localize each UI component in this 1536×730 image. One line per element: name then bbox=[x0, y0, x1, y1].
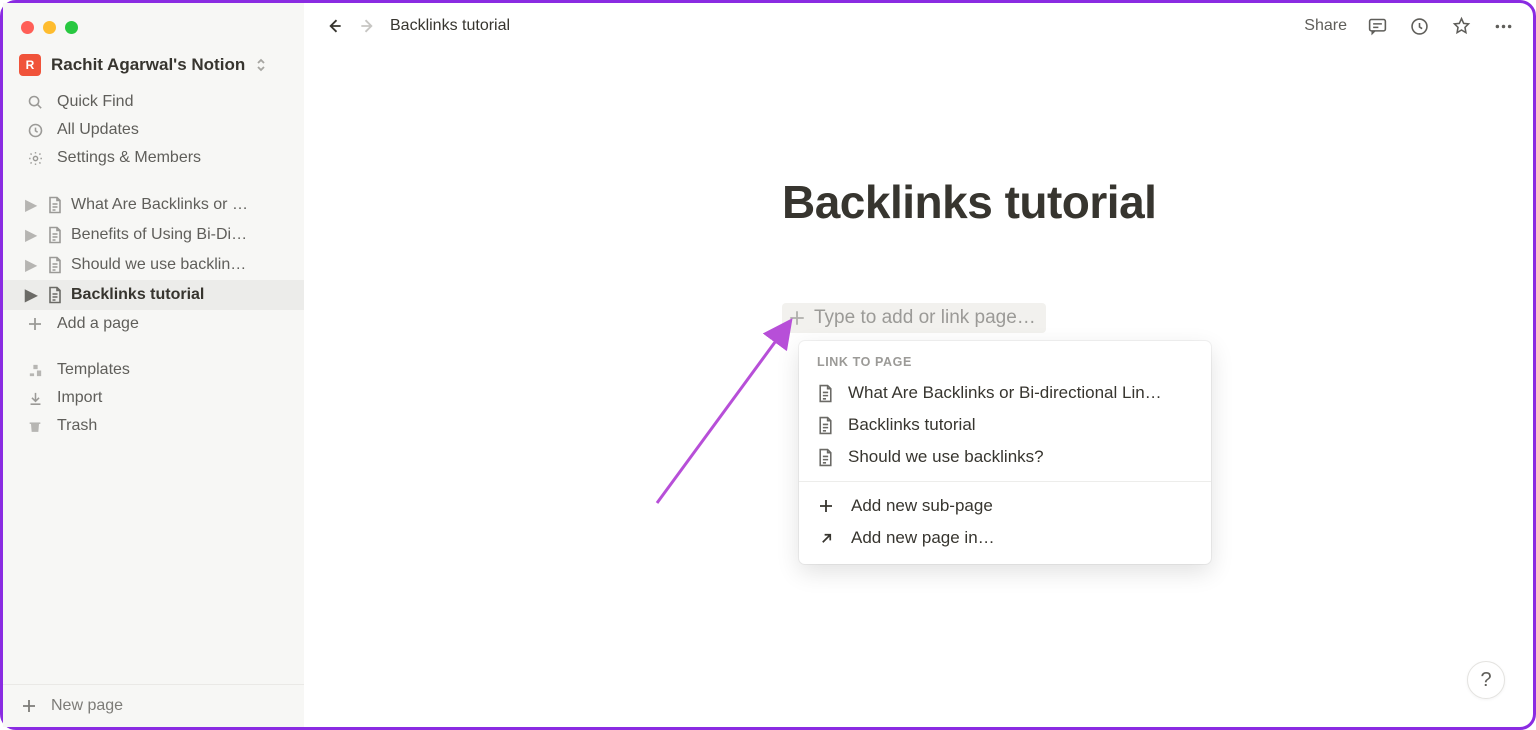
sidebar-page-item-current[interactable]: ▶ Backlinks tutorial bbox=[3, 280, 304, 310]
caret-right-icon[interactable]: ▶ bbox=[25, 285, 39, 305]
plus-icon bbox=[21, 698, 37, 714]
templates[interactable]: Templates bbox=[3, 356, 304, 384]
main-content: Backlinks tutorial Share Backlinks tutor… bbox=[304, 3, 1533, 727]
chevron-updown-icon bbox=[255, 58, 267, 72]
link-page-option[interactable]: What Are Backlinks or Bi-directional Lin… bbox=[799, 377, 1211, 409]
plus-icon bbox=[817, 498, 835, 514]
back-button[interactable] bbox=[322, 14, 346, 38]
page-icon bbox=[45, 196, 65, 214]
settings-members[interactable]: Settings & Members bbox=[3, 144, 304, 172]
caret-right-icon[interactable]: ▶ bbox=[25, 225, 39, 245]
trash-label: Trash bbox=[57, 417, 97, 435]
comments-icon[interactable] bbox=[1365, 14, 1389, 38]
workspace-avatar: R bbox=[19, 54, 41, 76]
page-icon bbox=[45, 256, 65, 274]
more-icon[interactable] bbox=[1491, 14, 1515, 38]
all-updates-label: All Updates bbox=[57, 121, 139, 139]
add-new-page-in[interactable]: Add new page in… bbox=[799, 522, 1211, 554]
import-label: Import bbox=[57, 389, 102, 407]
trash-icon bbox=[25, 418, 45, 435]
annotation-arrow bbox=[649, 308, 809, 508]
import[interactable]: Import bbox=[3, 384, 304, 412]
page-label: Should we use backlin… bbox=[71, 256, 246, 274]
topbar: Backlinks tutorial Share bbox=[304, 3, 1533, 49]
page-label: Benefits of Using Bi-Di… bbox=[71, 226, 247, 244]
option-label: Backlinks tutorial bbox=[848, 415, 976, 435]
window-controls bbox=[3, 13, 304, 48]
trash[interactable]: Trash bbox=[3, 412, 304, 440]
add-page[interactable]: Add a page bbox=[3, 310, 304, 338]
sidebar: R Rachit Agarwal's Notion Quick Find All… bbox=[3, 3, 304, 727]
updates-icon[interactable] bbox=[1407, 14, 1431, 38]
gear-icon bbox=[25, 150, 45, 167]
page-label: What Are Backlinks or … bbox=[71, 196, 248, 214]
maximize-window[interactable] bbox=[65, 21, 78, 34]
option-label: What Are Backlinks or Bi-directional Lin… bbox=[848, 383, 1162, 403]
add-block-prompt[interactable]: Type to add or link page… bbox=[782, 303, 1046, 333]
all-updates[interactable]: All Updates bbox=[3, 116, 304, 144]
templates-icon bbox=[25, 362, 45, 379]
page-icon bbox=[817, 384, 834, 403]
sidebar-page-item[interactable]: ▶ Should we use backlin… bbox=[3, 250, 304, 280]
new-page-label: New page bbox=[51, 697, 123, 715]
link-page-option[interactable]: Backlinks tutorial bbox=[799, 409, 1211, 441]
link-page-option[interactable]: Should we use backlinks? bbox=[799, 441, 1211, 473]
page-title[interactable]: Backlinks tutorial bbox=[304, 175, 1533, 229]
help-button[interactable]: ? bbox=[1467, 661, 1505, 699]
share-button[interactable]: Share bbox=[1304, 17, 1347, 35]
page-icon bbox=[45, 286, 65, 304]
sidebar-page-item[interactable]: ▶ What Are Backlinks or … bbox=[3, 190, 304, 220]
page-icon bbox=[817, 448, 834, 467]
dropdown-header: LINK TO PAGE bbox=[799, 341, 1211, 377]
close-window[interactable] bbox=[21, 21, 34, 34]
workspace-switcher[interactable]: R Rachit Agarwal's Notion bbox=[3, 48, 304, 86]
page-icon bbox=[817, 416, 834, 435]
new-page[interactable]: New page bbox=[3, 684, 304, 727]
minimize-window[interactable] bbox=[43, 21, 56, 34]
caret-right-icon[interactable]: ▶ bbox=[25, 195, 39, 215]
search-icon bbox=[25, 94, 45, 111]
workspace-name: Rachit Agarwal's Notion bbox=[51, 55, 245, 75]
plus-icon bbox=[25, 316, 45, 332]
caret-right-icon[interactable]: ▶ bbox=[25, 255, 39, 275]
option-label: Add new page in… bbox=[851, 528, 995, 548]
quick-find-label: Quick Find bbox=[57, 93, 133, 111]
favorite-icon[interactable] bbox=[1449, 14, 1473, 38]
divider bbox=[799, 481, 1211, 482]
link-page-dropdown: LINK TO PAGE What Are Backlinks or Bi-di… bbox=[799, 341, 1211, 564]
plus-icon bbox=[788, 309, 806, 327]
add-block-placeholder: Type to add or link page… bbox=[814, 307, 1036, 329]
sidebar-page-item[interactable]: ▶ Benefits of Using Bi-Di… bbox=[3, 220, 304, 250]
option-label: Add new sub-page bbox=[851, 496, 993, 516]
breadcrumb[interactable]: Backlinks tutorial bbox=[390, 17, 510, 35]
page-icon bbox=[45, 226, 65, 244]
option-label: Should we use backlinks? bbox=[848, 447, 1044, 467]
clock-icon bbox=[25, 122, 45, 139]
quick-find[interactable]: Quick Find bbox=[3, 88, 304, 116]
settings-label: Settings & Members bbox=[57, 149, 201, 167]
add-page-label: Add a page bbox=[57, 315, 139, 333]
import-icon bbox=[25, 390, 45, 407]
templates-label: Templates bbox=[57, 361, 130, 379]
add-new-subpage[interactable]: Add new sub-page bbox=[799, 490, 1211, 522]
page-label: Backlinks tutorial bbox=[71, 286, 204, 304]
arrow-out-icon bbox=[817, 531, 835, 546]
forward-button[interactable] bbox=[356, 14, 380, 38]
